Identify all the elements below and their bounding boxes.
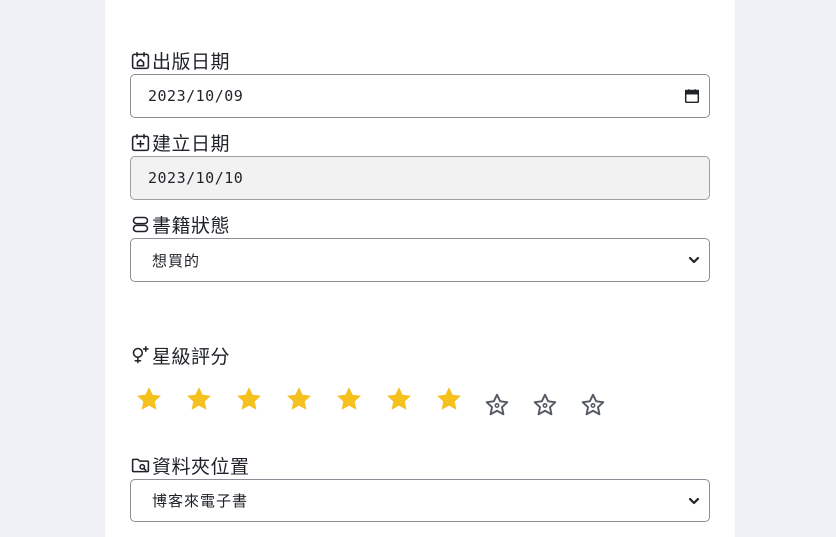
created-date-field: 建立日期 2023/10/10 (130, 129, 710, 200)
star-empty-icon[interactable] (532, 392, 558, 418)
folder-location-label: 資料夾位置 (152, 455, 250, 478)
calendar-plus-icon (130, 132, 151, 153)
status-icon (130, 214, 151, 235)
star-filled-icon[interactable] (184, 384, 214, 414)
folder-search-icon (130, 455, 151, 476)
rating-label: 星級評分 (152, 345, 231, 368)
star-empty-icon[interactable] (580, 392, 606, 418)
calendar-picker-icon[interactable] (683, 87, 701, 105)
created-date-label: 建立日期 (152, 132, 231, 155)
book-status-label-row: 書籍狀態 (130, 211, 710, 237)
sparkle-bulb-icon (130, 345, 151, 366)
publish-date-label: 出版日期 (152, 50, 231, 73)
created-date-value: 2023/10/10 (148, 169, 244, 187)
star-filled-icon[interactable] (334, 384, 364, 414)
folder-location-field: 資料夾位置 博客來電子書 (130, 452, 710, 522)
publish-date-field: 出版日期 2023/10/09 (130, 47, 710, 118)
rating-field: 星級評分 (130, 342, 710, 368)
rating-label-row: 星級評分 (130, 342, 710, 368)
folder-location-select[interactable]: 博客來電子書 (130, 479, 710, 522)
star-rating[interactable] (130, 384, 690, 430)
folder-location-label-row: 資料夾位置 (130, 452, 710, 478)
star-filled-icon[interactable] (134, 384, 164, 414)
book-status-selected: 想買的 (152, 251, 201, 270)
book-status-field: 書籍狀態 想買的 (130, 211, 710, 282)
star-filled-icon[interactable] (284, 384, 314, 414)
created-date-input: 2023/10/10 (130, 156, 710, 200)
publish-date-input[interactable]: 2023/10/09 (130, 74, 710, 118)
folder-location-selected: 博客來電子書 (152, 492, 249, 510)
star-filled-icon[interactable] (434, 384, 464, 414)
star-filled-icon[interactable] (234, 384, 264, 414)
book-status-select[interactable]: 想買的 (130, 238, 710, 282)
chevron-down-icon (687, 494, 701, 508)
star-empty-icon[interactable] (484, 392, 510, 418)
book-status-label: 書籍狀態 (152, 214, 231, 237)
star-filled-icon[interactable] (384, 384, 414, 414)
calendar-home-icon (130, 50, 151, 71)
publish-date-value: 2023/10/09 (148, 87, 244, 105)
form-card: 出版日期 2023/10/09 建立日期 2023/10/10 書籍狀態 想買的… (105, 0, 735, 537)
publish-date-label-row: 出版日期 (130, 47, 710, 73)
chevron-down-icon (687, 253, 701, 267)
created-date-label-row: 建立日期 (130, 129, 710, 155)
